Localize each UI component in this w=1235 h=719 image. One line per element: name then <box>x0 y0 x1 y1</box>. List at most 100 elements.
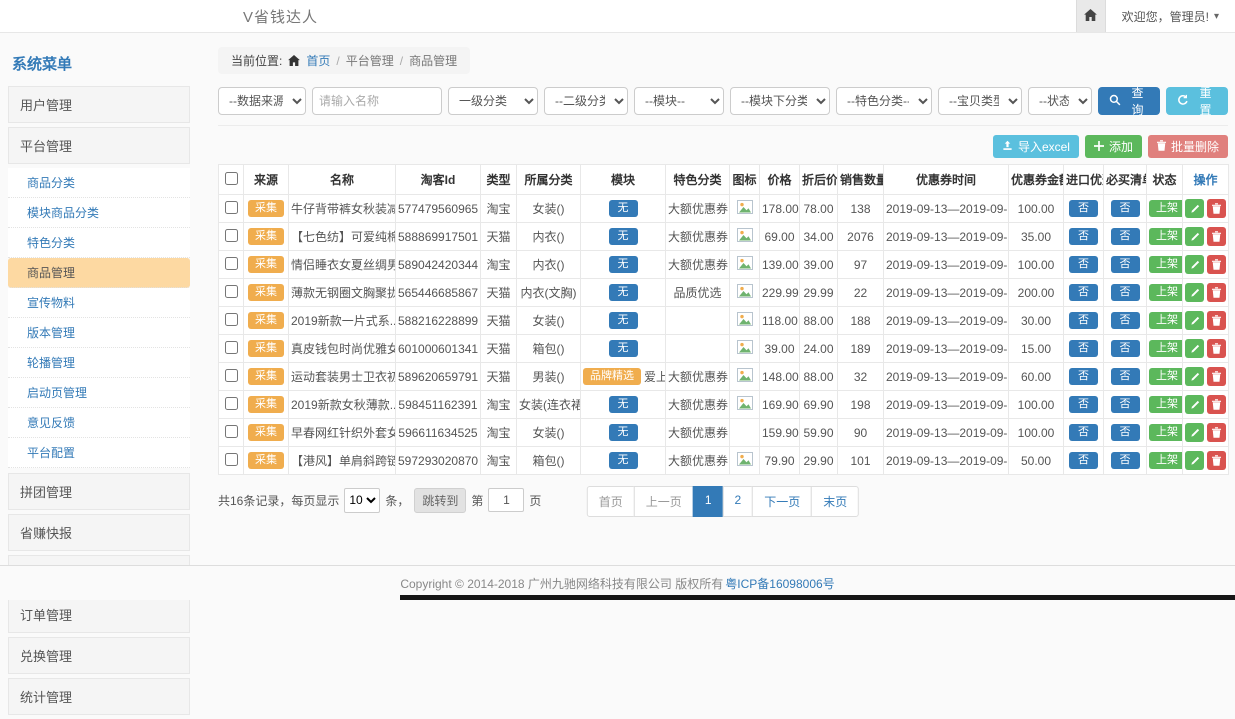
pager-button-5[interactable]: 末页 <box>811 486 859 517</box>
jump-button[interactable]: 跳转到 <box>414 488 466 513</box>
add-button[interactable]: 添加 <box>1085 135 1142 158</box>
cell-11: 22 <box>838 279 884 307</box>
edit-button[interactable] <box>1185 227 1204 246</box>
edit-button[interactable] <box>1185 199 1204 218</box>
breadcrumb-home-link[interactable]: 首页 <box>306 52 330 69</box>
home-button[interactable] <box>1076 0 1106 32</box>
row-checkbox[interactable] <box>225 397 238 410</box>
cell-7: 大额优惠券 <box>666 251 730 279</box>
edit-button[interactable] <box>1185 423 1204 442</box>
sidebar-item-11[interactable]: 平台配置 <box>8 438 190 468</box>
jump-page-input[interactable] <box>488 488 524 512</box>
sidebar-item-12[interactable]: 拼团管理 <box>8 473 190 510</box>
filter-controls: --数据来源-- 一级分类--二级分类----模块----模块下分类----特色分… <box>218 87 1092 115</box>
row-checkbox[interactable] <box>225 453 238 466</box>
row-checkbox[interactable] <box>225 229 238 242</box>
delete-button[interactable] <box>1207 227 1226 246</box>
cell-16: 上架 <box>1147 391 1183 419</box>
status-filter[interactable]: --状态-- <box>1028 87 1092 115</box>
edit-button[interactable] <box>1185 367 1204 386</box>
cell-10: 29.99 <box>800 279 838 307</box>
level2-category-filter[interactable]: --二级分类-- <box>544 87 628 115</box>
sidebar-menu: 用户管理平台管理商品分类模块商品分类特色分类商品管理宣传物料版本管理轮播管理启动… <box>8 86 190 715</box>
level1-category-filter[interactable]: 一级分类 <box>448 87 538 115</box>
cell-1: 采集 <box>244 307 289 335</box>
name-search-input[interactable] <box>312 87 442 115</box>
select-all-checkbox[interactable] <box>225 172 238 185</box>
row-checkbox[interactable] <box>225 313 238 326</box>
import-select-badge: 否 <box>1069 200 1098 218</box>
delete-button[interactable] <box>1207 255 1226 274</box>
cell-17 <box>1183 335 1229 363</box>
cell-8 <box>730 419 760 447</box>
import-excel-button[interactable]: 导入excel <box>993 135 1079 158</box>
sidebar-item-16[interactable]: 兑换管理 <box>8 637 190 674</box>
feature-category-filter[interactable]: --特色分类-- <box>836 87 932 115</box>
import-select-badge: 否 <box>1069 452 1098 470</box>
delete-button[interactable] <box>1207 199 1226 218</box>
row-checkbox[interactable] <box>225 369 238 382</box>
data-source-filter[interactable]: --数据来源-- <box>218 87 306 115</box>
sidebar-item-3[interactable]: 模块商品分类 <box>8 198 190 228</box>
delete-button[interactable] <box>1207 339 1226 358</box>
delete-button[interactable] <box>1207 423 1226 442</box>
cell-9: 69.00 <box>760 223 800 251</box>
record-count-text: 共16条记录，每页显示 <box>218 492 339 509</box>
row-checkbox[interactable] <box>225 341 238 354</box>
icp-link[interactable]: 粤ICP备16098006号 <box>725 575 834 592</box>
delete-button[interactable] <box>1207 367 1226 386</box>
edit-button[interactable] <box>1185 311 1204 330</box>
module-filter[interactable]: --模块-- <box>634 87 724 115</box>
breadcrumb-current: 商品管理 <box>409 52 457 69</box>
sidebar-item-4[interactable]: 特色分类 <box>8 228 190 258</box>
delete-button[interactable] <box>1207 395 1226 414</box>
edit-button[interactable] <box>1185 255 1204 274</box>
per-page-select[interactable]: 10 <box>344 488 380 513</box>
pager-button-2[interactable]: 1 <box>693 486 724 517</box>
pager-button-0[interactable]: 首页 <box>587 486 635 517</box>
sidebar-item-6[interactable]: 宣传物料 <box>8 288 190 318</box>
pager-button-1[interactable]: 上一页 <box>634 486 694 517</box>
module-sub-filter[interactable]: --模块下分类-- <box>730 87 830 115</box>
module-badge: 无 <box>609 200 638 218</box>
query-button[interactable]: 查询 <box>1098 87 1160 115</box>
sidebar-item-7[interactable]: 版本管理 <box>8 318 190 348</box>
edit-button[interactable] <box>1185 451 1204 470</box>
cell-15: 否 <box>1104 363 1147 391</box>
row-checkbox[interactable] <box>225 285 238 298</box>
pager-button-4[interactable]: 下一页 <box>752 486 812 517</box>
sidebar-item-9[interactable]: 启动页管理 <box>8 378 190 408</box>
sidebar-item-15[interactable]: 订单管理 <box>8 596 190 633</box>
sidebar-item-10[interactable]: 意见反馈 <box>8 408 190 438</box>
cell-12: 2019-09-13—2019-09-15 <box>884 363 1009 391</box>
table-row: 采集牛仔背带裤女秋装减龄...577479560965淘宝女装()无大额优惠券1… <box>219 195 1229 223</box>
sidebar-item-2[interactable]: 商品分类 <box>8 168 190 198</box>
search-icon <box>1109 94 1121 109</box>
edit-button[interactable] <box>1185 339 1204 358</box>
delete-button[interactable] <box>1207 311 1226 330</box>
column-header-16: 状态 <box>1147 165 1183 195</box>
sidebar-item-17[interactable]: 统计管理 <box>8 678 190 715</box>
sidebar-item-8[interactable]: 轮播管理 <box>8 348 190 378</box>
reset-button[interactable]: 重置 <box>1166 87 1228 115</box>
batch-delete-button[interactable]: 批量删除 <box>1148 135 1228 158</box>
delete-button[interactable] <box>1207 451 1226 470</box>
sidebar-item-5[interactable]: 商品管理 <box>8 258 190 288</box>
cell-15: 否 <box>1104 419 1147 447</box>
edit-button[interactable] <box>1185 395 1204 414</box>
row-checkbox[interactable] <box>225 425 238 438</box>
row-checkbox[interactable] <box>225 201 238 214</box>
delete-button[interactable] <box>1207 283 1226 302</box>
edit-button[interactable] <box>1185 283 1204 302</box>
column-header-9: 价格 <box>760 165 800 195</box>
item-type-filter[interactable]: --宝贝类型-- <box>938 87 1022 115</box>
cell-5: 女装() <box>517 307 581 335</box>
sidebar-item-13[interactable]: 省赚快报 <box>8 514 190 551</box>
pager-button-3[interactable]: 2 <box>723 486 754 517</box>
sidebar-item-0[interactable]: 用户管理 <box>8 86 190 123</box>
sidebar-item-1[interactable]: 平台管理 <box>8 127 190 164</box>
user-menu[interactable]: 欢迎您，管理员! ▾ <box>1106 0 1235 32</box>
table-row: 采集薄款无钢圈文胸聚拢性...565446685867天猫内衣(文胸)无品质优选… <box>219 279 1229 307</box>
cell-17 <box>1183 279 1229 307</box>
row-checkbox[interactable] <box>225 257 238 270</box>
